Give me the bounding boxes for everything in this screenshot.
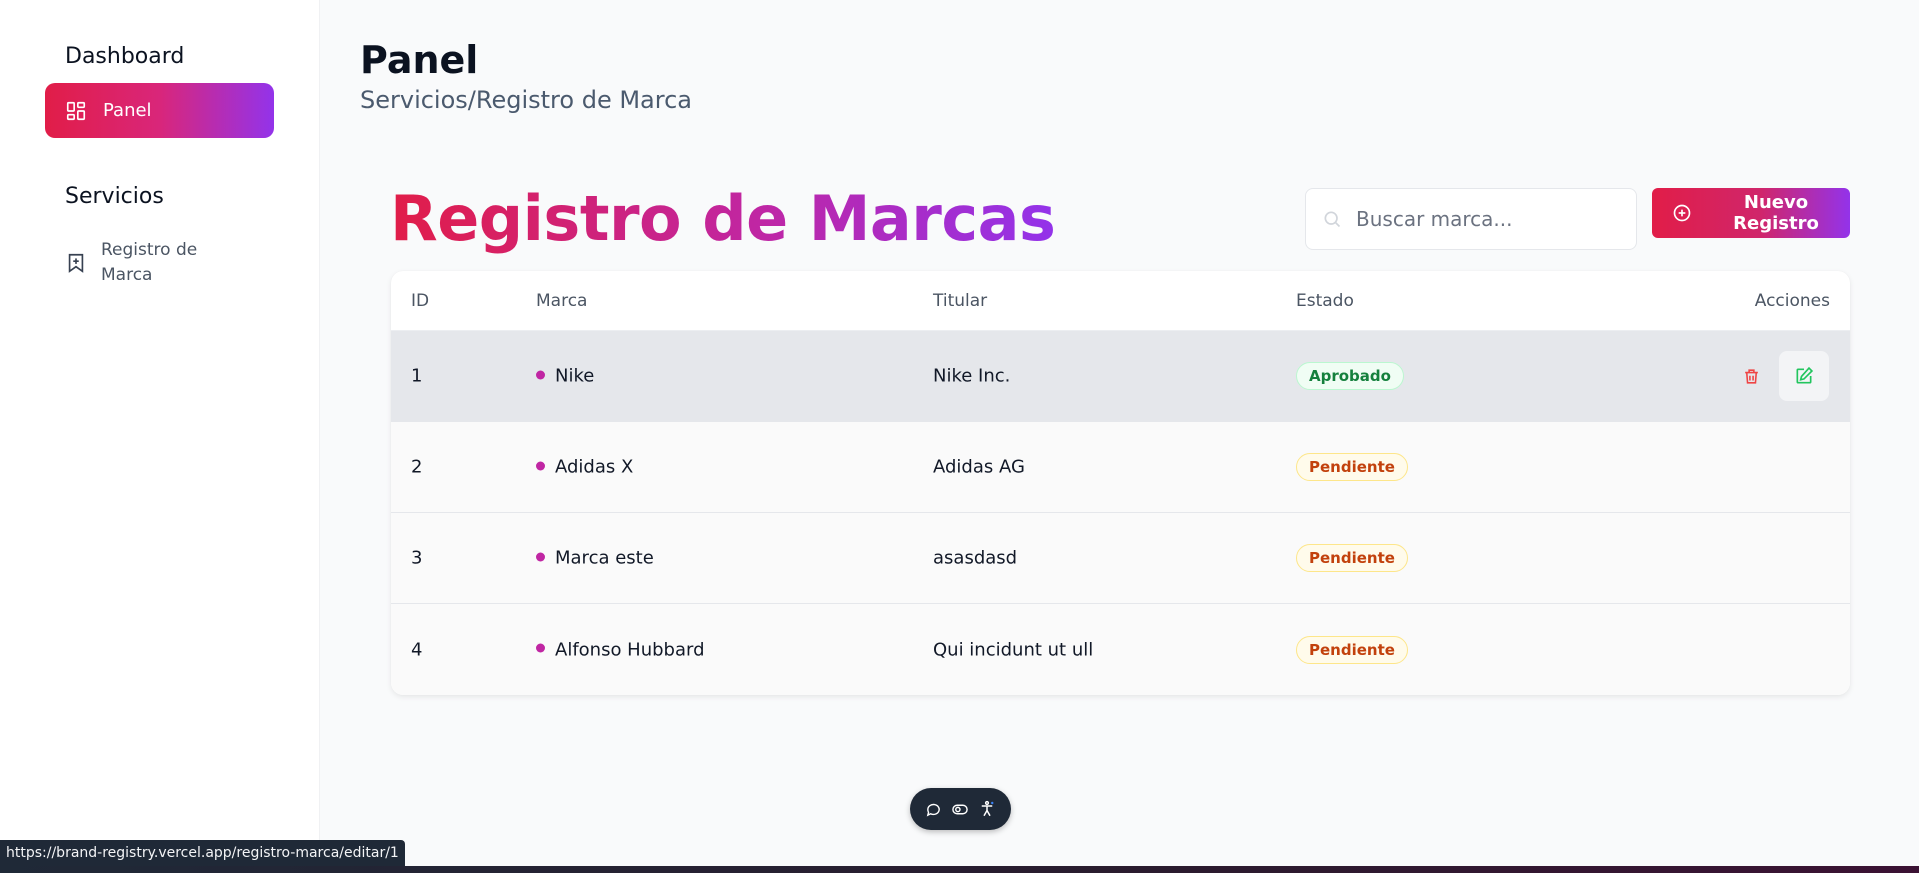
table-row[interactable]: 4 Alfonso Hubbard Qui incidunt ut ull Pe… (391, 604, 1850, 695)
sidebar-item-panel-label: Panel (103, 100, 152, 121)
cell-marca-text: Nike (555, 365, 595, 387)
section-heading: Registro de Marcas (390, 182, 1056, 255)
trash-icon (1742, 367, 1761, 386)
edit-button[interactable] (1779, 351, 1829, 401)
grid-icon (65, 100, 87, 122)
cell-titular: Adidas AG (933, 456, 1025, 478)
brand-dot (536, 552, 545, 561)
status-bar-url: https://brand-registry.vercel.app/regist… (0, 840, 405, 866)
accessibility-icon[interactable] (978, 800, 996, 818)
cell-id: 1 (411, 365, 423, 387)
breadcrumb: Servicios/Registro de Marca (360, 86, 692, 114)
table-header: ID Marca Titular Estado Acciones (391, 271, 1850, 331)
cell-titular: Nike Inc. (933, 365, 1011, 387)
cell-marca-text: Adidas X (555, 456, 634, 478)
chat-icon[interactable] (925, 801, 942, 818)
table-row[interactable]: 3 Marca este asasdasd Pendiente (391, 513, 1850, 604)
status-badge: Pendiente (1296, 453, 1408, 481)
page-title: Panel (360, 38, 479, 82)
cell-marca: Adidas X (536, 457, 633, 478)
cell-marca: Nike (536, 366, 594, 387)
cell-marca: Marca este (536, 548, 654, 569)
status-badge: Aprobado (1296, 362, 1404, 390)
cell-marca-text: Alfonso Hubbard (555, 639, 705, 660)
table-row[interactable]: 1 Nike Nike Inc. Aprobado (391, 331, 1850, 422)
search-icon (1322, 209, 1342, 229)
floating-toolbar (910, 788, 1011, 830)
search-box (1305, 188, 1637, 250)
cell-titular: asasdasd (933, 547, 1018, 569)
new-record-button[interactable]: Nuevo Registro (1652, 188, 1850, 238)
search-input[interactable] (1356, 207, 1626, 231)
sidebar-item-registro-marca[interactable]: Registro de Marca (65, 238, 265, 288)
column-header-acciones: Acciones (1754, 290, 1830, 311)
brand-dot (536, 643, 545, 653)
cell-id: 2 (411, 456, 423, 478)
brand-dot (536, 370, 545, 379)
main-content: Panel Servicios/Registro de Marca Regist… (320, 0, 1919, 873)
sidebar-item-registro-label: Registro de Marca (101, 240, 198, 285)
cell-id: 4 (411, 639, 423, 660)
status-badge: Pendiente (1296, 635, 1408, 664)
brand-dot (536, 461, 545, 470)
brands-table: ID Marca Titular Estado Acciones 1 Nike … (391, 271, 1850, 695)
sidebar-servicios-title: Servicios (65, 184, 164, 209)
sidebar-item-panel[interactable]: Panel (45, 83, 274, 138)
sidebar-dashboard-title: Dashboard (65, 44, 185, 69)
cell-marca-text: Marca este (555, 547, 654, 569)
delete-button[interactable] (1736, 361, 1766, 391)
column-header-id: ID (411, 290, 430, 311)
cell-id: 3 (411, 547, 423, 569)
column-header-estado: Estado (1296, 290, 1354, 311)
table-row[interactable]: 2 Adidas X Adidas AG Pendiente (391, 422, 1850, 513)
edit-icon (1794, 366, 1814, 386)
new-record-label: Nuevo Registro (1733, 192, 1819, 234)
column-header-marca: Marca (536, 290, 588, 311)
cell-marca: Alfonso Hubbard (536, 639, 705, 660)
status-badge: Pendiente (1296, 544, 1408, 572)
bottom-bar (0, 866, 1919, 873)
toggle-icon[interactable] (951, 801, 969, 818)
column-header-titular: Titular (933, 290, 988, 311)
bookmark-plus-icon (65, 252, 87, 274)
sidebar: Dashboard Panel Servicios Registro de Ma… (0, 0, 320, 873)
cell-titular: Qui incidunt ut ull (933, 639, 1094, 660)
plus-circle-icon (1672, 203, 1692, 223)
